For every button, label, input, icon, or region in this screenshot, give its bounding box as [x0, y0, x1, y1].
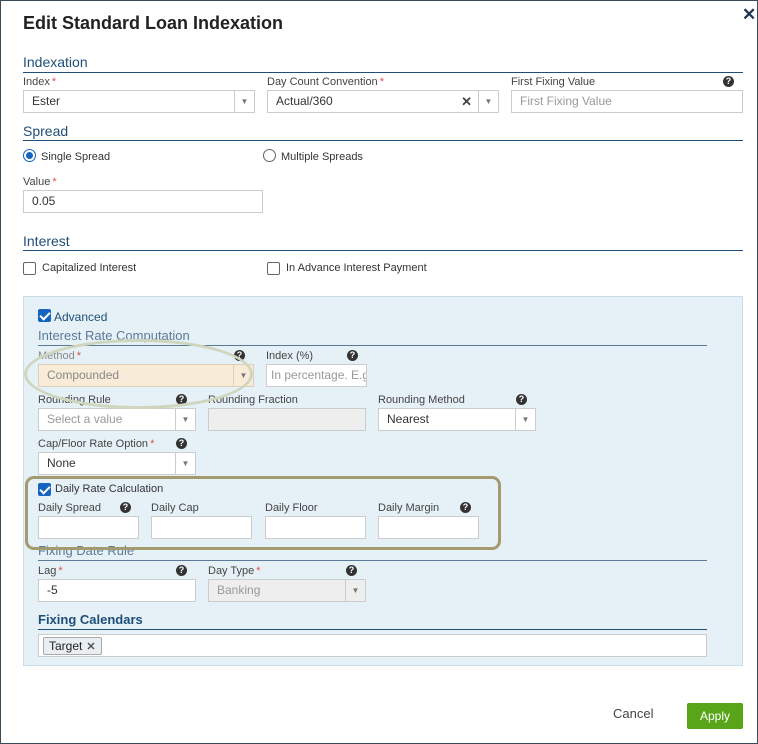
fixing-calendars-input[interactable]: Target ✕ [38, 634, 707, 657]
chevron-down-icon: ▼ [175, 453, 195, 474]
chevron-down-icon: ▼ [345, 580, 365, 601]
chevron-down-icon: ▼ [234, 91, 254, 112]
in-advance-interest-label: In Advance Interest Payment [286, 262, 427, 274]
help-icon[interactable]: ? [176, 565, 187, 576]
section-title-interest: Interest [23, 233, 70, 249]
spread-value-label: Value * [23, 176, 57, 188]
fixing-date-rule-title: Fixing Date Rule [38, 543, 135, 558]
daily-margin-input[interactable] [378, 516, 479, 539]
rounding-method-label: Rounding Method [378, 394, 465, 406]
cap-floor-label: Cap/Floor Rate Option * [38, 438, 155, 450]
help-icon[interactable]: ? [176, 438, 187, 449]
in-advance-interest-checkbox[interactable] [267, 262, 280, 275]
chevron-down-icon: ▼ [478, 91, 498, 112]
day-count-select[interactable]: Actual/360 ✕ ▼ [267, 90, 499, 113]
help-icon[interactable]: ? [176, 394, 187, 405]
interest-rate-computation-title: Interest Rate Computation [38, 328, 190, 343]
index-pct-label: Index (%) [266, 350, 314, 362]
section-divider [23, 140, 743, 141]
section-divider [38, 560, 707, 561]
daily-spread-input[interactable] [38, 516, 139, 539]
help-icon[interactable]: ? [516, 394, 527, 405]
fixing-calendars-title: Fixing Calendars [38, 612, 143, 627]
multiple-spreads-label: Multiple Spreads [281, 151, 363, 163]
section-title-indexation: Indexation [23, 54, 88, 70]
clear-icon[interactable]: ✕ [461, 91, 472, 112]
help-icon[interactable]: ? [120, 502, 131, 513]
calendar-tag: Target ✕ [43, 637, 102, 655]
spread-value-input[interactable]: 0.05 [23, 190, 263, 213]
rounding-method-select[interactable]: Nearest ▼ [378, 408, 536, 431]
method-select[interactable]: Compounded ▼ [38, 364, 254, 387]
daily-cap-input[interactable] [151, 516, 252, 539]
single-spread-label: Single Spread [41, 151, 111, 163]
section-title-spread: Spread [23, 123, 69, 139]
daily-cap-label: Daily Cap [151, 502, 199, 514]
method-label: Method * [38, 350, 81, 362]
rounding-rule-label: Rounding Rule [38, 394, 111, 406]
day-count-label: Day Count Convention * [267, 76, 384, 88]
index-pct-input[interactable]: In percentage. E.g. 2.5 [266, 364, 367, 387]
capitalized-interest-label: Capitalized Interest [42, 262, 137, 274]
section-divider [23, 250, 743, 251]
section-divider [38, 345, 707, 346]
daily-margin-label: Daily Margin [378, 502, 440, 514]
chevron-down-icon: ▼ [233, 365, 253, 386]
index-label: Index * [23, 76, 57, 88]
daily-floor-input[interactable] [265, 516, 366, 539]
rounding-fraction-label: Rounding Fraction [208, 394, 298, 406]
remove-tag-icon[interactable]: ✕ [86, 641, 95, 653]
single-spread-radio[interactable] [23, 149, 36, 162]
day-type-select: Banking ▼ [208, 579, 366, 602]
advanced-checkbox[interactable] [38, 309, 51, 322]
section-divider [23, 72, 743, 73]
daily-rate-checkbox[interactable] [38, 483, 51, 496]
apply-button[interactable]: Apply [687, 703, 743, 729]
cap-floor-select[interactable]: None ▼ [38, 452, 196, 475]
chevron-down-icon: ▼ [175, 409, 195, 430]
help-icon[interactable]: ? [346, 565, 357, 576]
help-icon[interactable]: ? [347, 350, 358, 361]
daily-rate-label: Daily Rate Calculation [55, 483, 164, 495]
advanced-label: Advanced [54, 310, 108, 324]
multiple-spreads-radio[interactable] [263, 149, 276, 162]
cancel-button[interactable]: Cancel [613, 706, 653, 721]
day-type-label: Day Type * [208, 565, 261, 577]
lag-label: Lag * [38, 565, 63, 577]
daily-spread-label: Daily Spread [38, 502, 101, 514]
edit-indexation-dialog: Edit Standard Loan Indexation ✕ Indexati… [0, 0, 758, 744]
help-icon[interactable]: ? [460, 502, 471, 513]
chevron-down-icon: ▼ [515, 409, 535, 430]
rounding-fraction-input [208, 408, 366, 431]
rounding-rule-select[interactable]: Select a value ▼ [38, 408, 196, 431]
capitalized-interest-checkbox[interactable] [23, 262, 36, 275]
help-icon[interactable]: ? [234, 350, 245, 361]
advanced-panel [23, 296, 743, 666]
close-icon[interactable]: ✕ [742, 6, 756, 23]
lag-input[interactable]: -5 [38, 579, 196, 602]
help-icon[interactable]: ? [723, 76, 734, 87]
index-select[interactable]: Ester ▼ [23, 90, 255, 113]
first-fixing-label: First Fixing Value [511, 76, 596, 88]
daily-floor-label: Daily Floor [265, 502, 318, 514]
dialog-title: Edit Standard Loan Indexation [23, 13, 284, 33]
first-fixing-input[interactable]: First Fixing Value [511, 90, 743, 113]
section-divider [38, 629, 707, 630]
